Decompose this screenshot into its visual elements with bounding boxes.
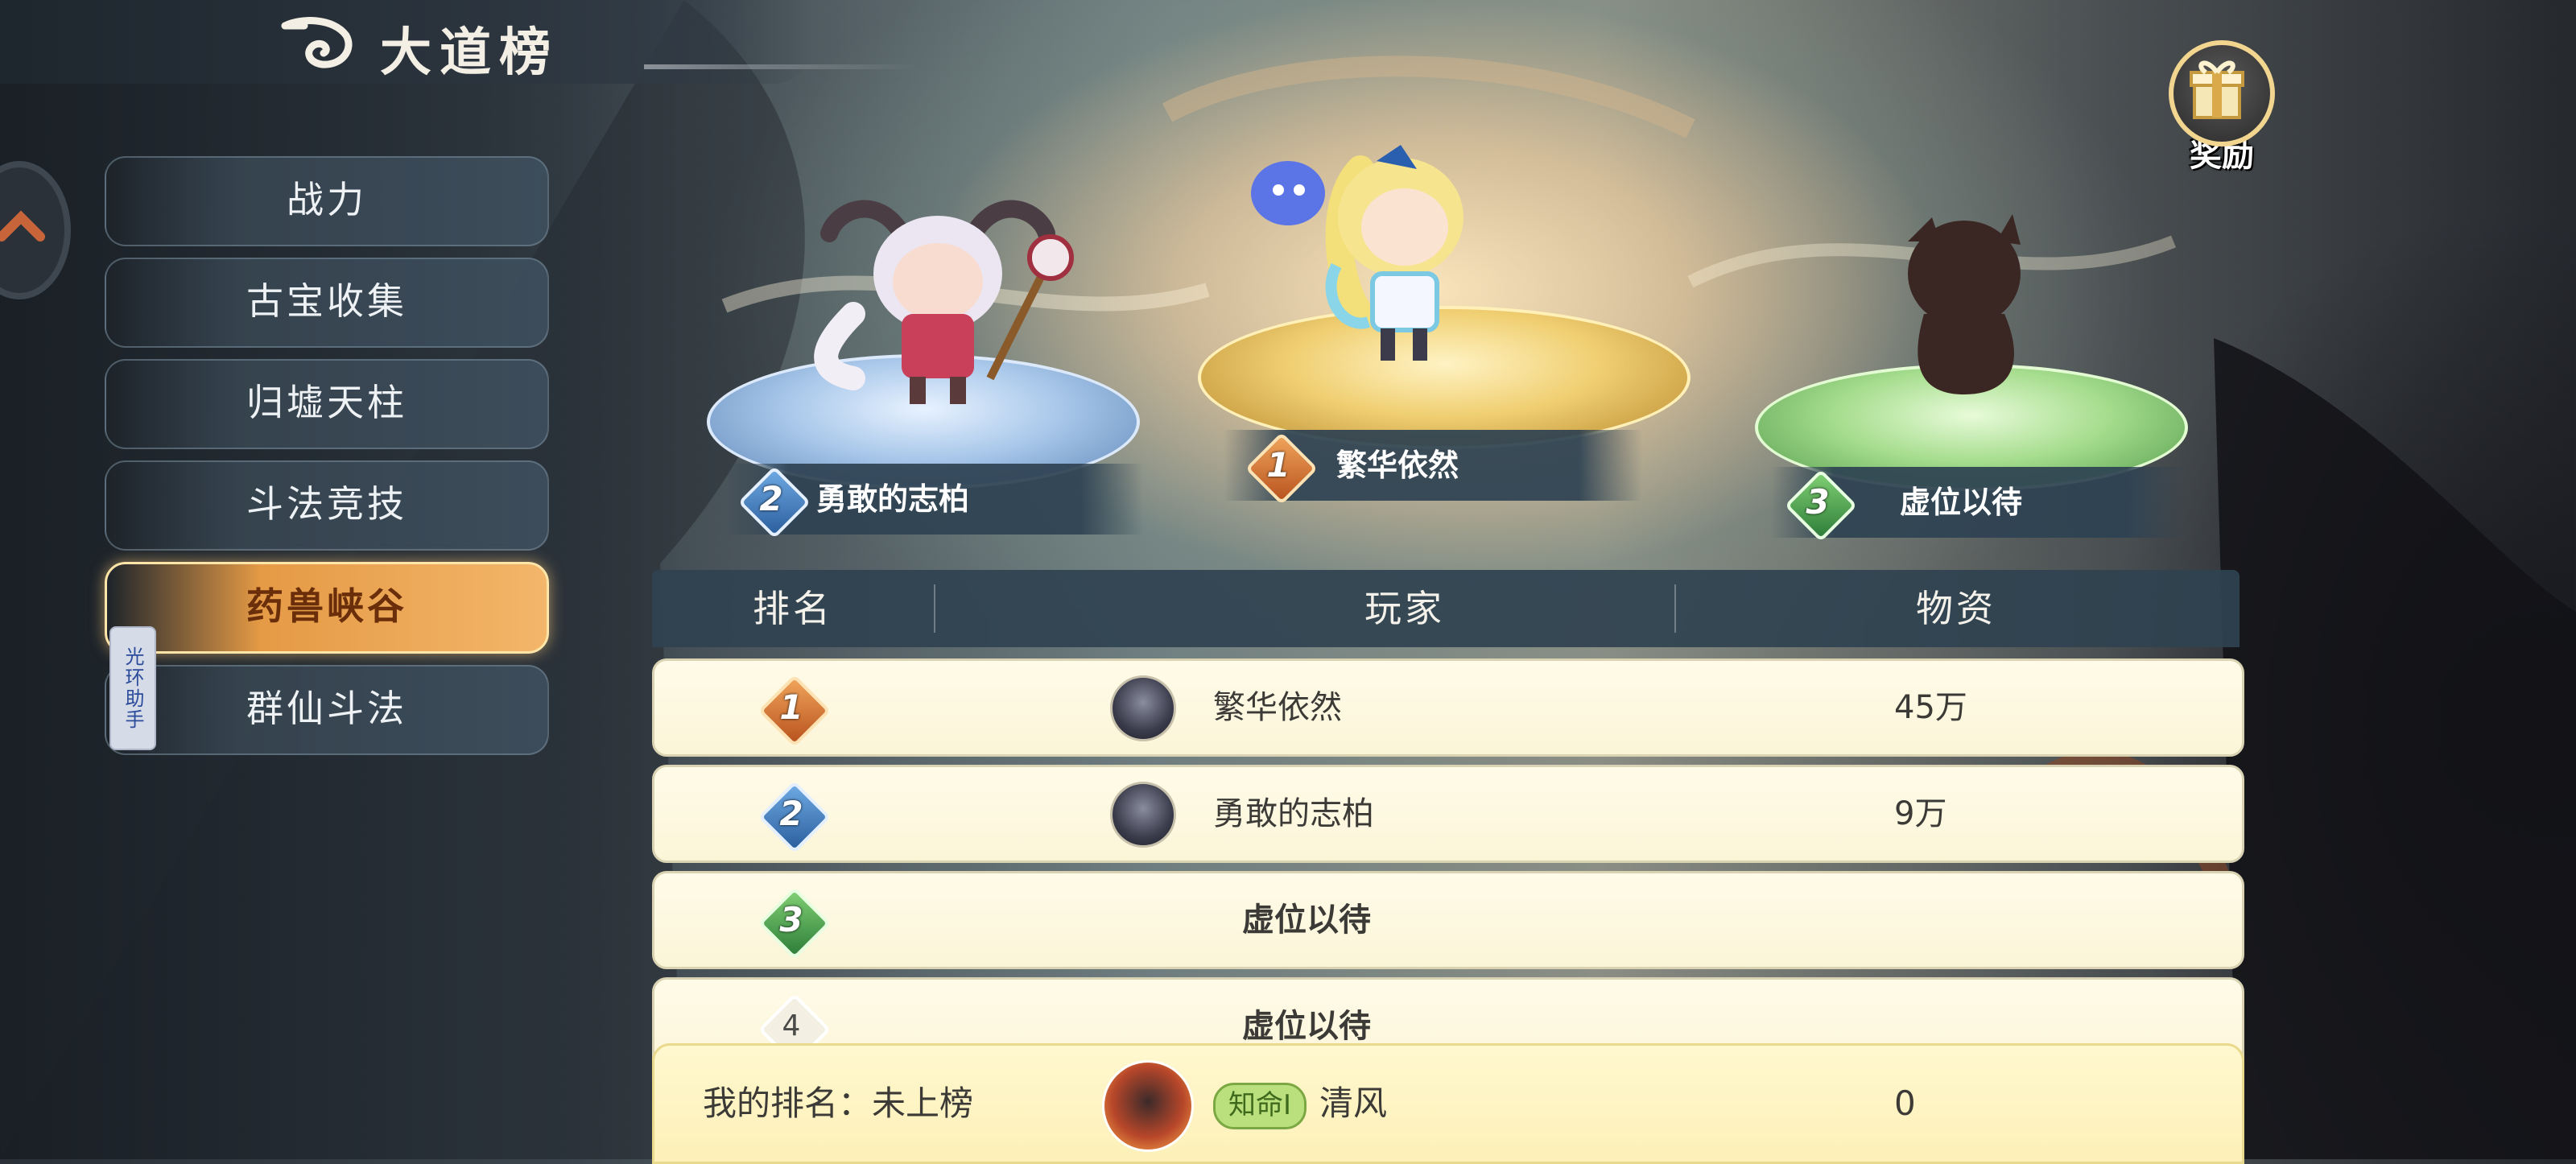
sidebar-item-pillar[interactable]: 归墟天柱	[105, 359, 549, 449]
rank-number: 2	[759, 479, 783, 518]
sidebar-item-arena[interactable]: 斗法竞技	[105, 460, 549, 551]
rank-number: 2	[779, 794, 803, 833]
back-icon	[281, 17, 353, 68]
sidebar-item-treasure[interactable]: 古宝收集	[105, 258, 549, 348]
podium-name-first: 繁华依然	[1336, 448, 1459, 483]
title-badge: 知命Ⅰ	[1213, 1083, 1307, 1129]
podium-name-third: 虚位以待	[1900, 485, 2023, 520]
sidebar-item-power[interactable]: 战力	[105, 156, 549, 246]
my-rank-label: 我的排名：未上榜	[703, 1084, 974, 1123]
player-name: 勇敢的志柏	[1213, 795, 1374, 832]
amount-value: 9万	[1894, 795, 1947, 832]
table-row[interactable]: 2 勇敢的志柏 9万	[652, 765, 2244, 863]
my-avatar[interactable]	[1102, 1060, 1194, 1152]
sidebar-item-label: 群仙斗法	[246, 687, 407, 730]
podium-name-second: 勇敢的志柏	[816, 481, 970, 517]
title-bar: 大道榜	[0, 0, 813, 84]
rank-number: 3	[1806, 482, 1830, 522]
rank-number: 1	[1266, 445, 1290, 485]
podium-plate-third: 3 虚位以待	[1771, 467, 2190, 543]
sidebar-item-valley[interactable]: 药兽峡谷	[105, 562, 549, 654]
table-row[interactable]: 1 繁华依然 45万	[652, 658, 2244, 757]
amount-value: 45万	[1894, 689, 1967, 726]
chevron-icon	[0, 210, 45, 241]
rank-number: 1	[779, 687, 803, 727]
character-silhouette	[1908, 214, 2021, 394]
player-name: 繁华依然	[1213, 689, 1342, 726]
sidebar-item-label: 斗法竞技	[246, 482, 407, 526]
character-second[interactable]	[805, 177, 1079, 411]
my-player-name: 清风	[1319, 1084, 1388, 1123]
table-header: 排名 玩家 物资	[652, 570, 2240, 647]
podium-plate-first: 1 繁华依然	[1224, 430, 1642, 506]
player-name: 虚位以待	[1242, 902, 1371, 939]
column-header-amount: 物资	[1916, 587, 1996, 630]
table-row[interactable]: 3 虚位以待	[652, 871, 2244, 969]
title-divider	[644, 64, 918, 69]
back-button[interactable]	[277, 14, 354, 72]
gift-icon	[2169, 40, 2275, 147]
character-first[interactable]	[1240, 137, 1530, 370]
page-title: 大道榜	[380, 23, 559, 83]
sidebar-item-immortals[interactable]: 群仙斗法	[105, 665, 549, 755]
avatar[interactable]	[1110, 782, 1176, 848]
sidebar-item-label: 古宝收集	[246, 279, 407, 323]
sidebar-item-label: 战力	[287, 178, 367, 221]
podium-plate-second: 2 勇敢的志柏	[724, 464, 1143, 539]
column-header-rank: 排名	[753, 587, 833, 630]
sidebar: 战力 古宝收集 归墟天柱 斗法竞技 药兽峡谷 群仙斗法	[105, 156, 549, 766]
reward-button[interactable]: 奖励	[2165, 40, 2278, 174]
rank-number: 3	[779, 900, 803, 939]
sidebar-item-label: 药兽峡谷	[246, 584, 407, 628]
helper-tab[interactable]: 光环助手	[109, 626, 156, 750]
my-amount-value: 0	[1894, 1084, 1916, 1123]
sidebar-item-label: 归墟天柱	[246, 381, 407, 424]
my-rank-bar: 我的排名：未上榜 知命Ⅰ 清风 0	[652, 1043, 2244, 1164]
avatar[interactable]	[1110, 675, 1176, 741]
